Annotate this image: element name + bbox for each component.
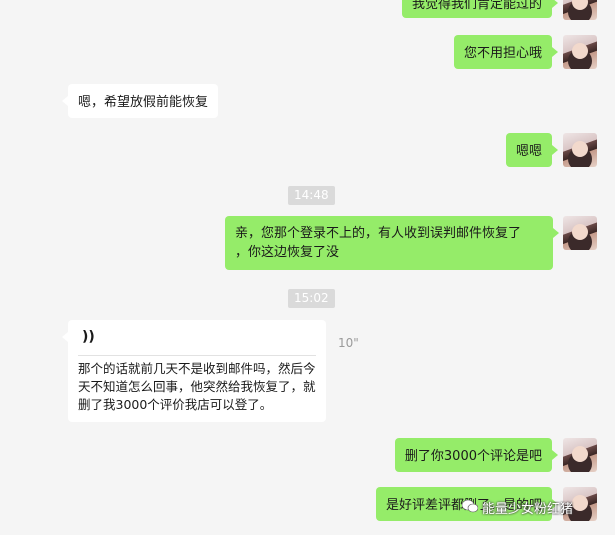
message-bubble[interactable]: 嗯嗯 (505, 133, 559, 167)
message-bubble[interactable]: 嗯，希望放假前能恢复 (61, 84, 219, 118)
message-bubble[interactable]: 我觉得我们肯定能过的 (401, 0, 559, 18)
message-bubble[interactable]: 删了你3000个评论是吧 (394, 438, 559, 472)
message-text: 嗯嗯 (515, 144, 542, 159)
message-text: 您不用担心哦 (463, 46, 542, 61)
message-bubble[interactable]: 您不用担心哦 (453, 35, 559, 69)
message-text: 亲，您那个登录不上的，有人收到误判邮件恢复了 (235, 226, 522, 241)
watermark-text: 能量少女粉红猪 (482, 502, 574, 517)
avatar[interactable] (563, 438, 597, 472)
avatar[interactable] (563, 216, 597, 250)
message-bubble[interactable]: 亲，您那个登录不上的，有人收到误判邮件恢复了 ，你这边恢复了没 (225, 216, 559, 270)
watermark: 能量少女粉红猪 (461, 498, 574, 517)
voice-duration: 10" (338, 336, 359, 350)
avatar[interactable] (563, 35, 597, 69)
message-text: 删了你3000个评论是吧 (404, 449, 542, 464)
timestamp: 14:48 (288, 186, 335, 205)
message-text: 嗯，希望放假前能恢复 (78, 95, 209, 110)
voice-message-bubble[interactable]: )) 那个的话就前几天不是收到邮件吗，然后今天不知道怎么回事，他突然给我恢复了，… (62, 320, 326, 422)
voice-transcript: 那个的话就前几天不是收到邮件吗，然后今天不知道怎么回事，他突然给我恢复了，就删了… (78, 355, 316, 414)
wechat-icon (461, 499, 479, 517)
message-text: ，你这边恢复了没 (235, 245, 340, 260)
message-text: 我觉得我们肯定能过的 (411, 0, 542, 12)
voice-wave-icon[interactable]: )) (82, 327, 95, 348)
avatar[interactable] (563, 133, 597, 167)
timestamp: 15:02 (288, 289, 335, 308)
avatar[interactable] (563, 0, 597, 20)
